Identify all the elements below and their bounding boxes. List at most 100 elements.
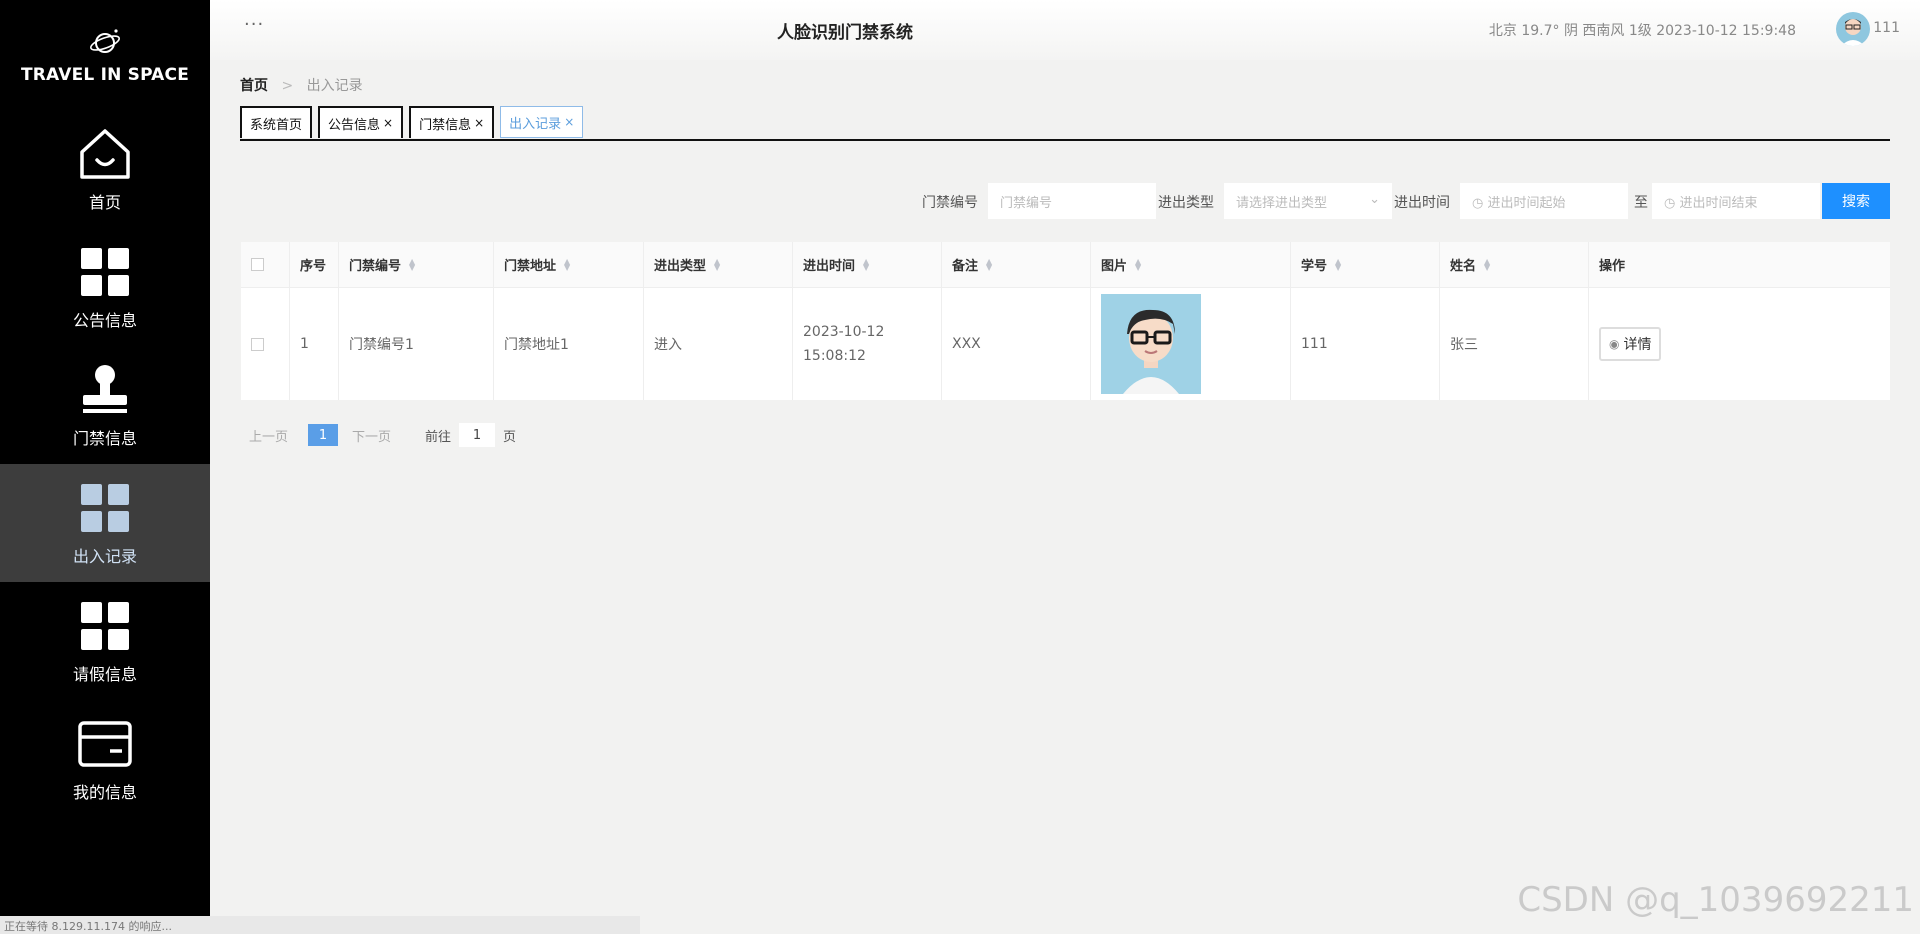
cell-type: 进入 bbox=[644, 288, 793, 400]
username[interactable]: 111 bbox=[1873, 20, 1900, 36]
sort-icon[interactable]: ▲ ▼ bbox=[564, 257, 570, 271]
user-avatar-icon bbox=[1841, 19, 1865, 46]
row-select-cell bbox=[241, 288, 290, 400]
sort-icon[interactable]: ▲ ▼ bbox=[714, 257, 720, 271]
page-number-current[interactable]: 1 bbox=[308, 424, 339, 446]
sidebar-item-label: 我的信息 bbox=[72, 783, 137, 802]
cell-gate-addr: 门禁地址1 bbox=[494, 288, 644, 400]
goto-label: 前往 bbox=[425, 429, 452, 445]
next-page-button[interactable]: 下一页 bbox=[352, 426, 391, 445]
cell-name: 张三 bbox=[1440, 288, 1589, 400]
cell-remark: XXX bbox=[942, 288, 1091, 400]
type-label: 进出类型 bbox=[1158, 195, 1214, 211]
sort-icon[interactable]: ▲ ▼ bbox=[1135, 257, 1141, 271]
goto-page-input[interactable]: 1 bbox=[459, 423, 496, 447]
tab-access-records[interactable]: 出入记录 × bbox=[500, 106, 584, 138]
browser-status-bar: 正在等待 8.129.11.174 的响应... bbox=[0, 916, 640, 934]
tab-system-home[interactable]: 系统首页 bbox=[240, 106, 313, 138]
avatar[interactable] bbox=[1836, 12, 1870, 46]
col-header-student-no[interactable]: 学号 ▲ ▼ bbox=[1291, 242, 1440, 287]
close-icon[interactable]: × bbox=[383, 116, 393, 130]
grid-icon bbox=[81, 484, 129, 532]
clock-icon: ◷ bbox=[1472, 196, 1484, 211]
planet-icon bbox=[90, 29, 120, 53]
cell-time: 2023-10-12 15:08:12 bbox=[793, 288, 942, 400]
table-row: 1 门禁编号1 门禁地址1 进入 2023-10-12 15:08:12 XXX… bbox=[241, 288, 1890, 400]
sidebar-item-label: 门禁信息 bbox=[72, 429, 137, 448]
tab-gate-info[interactable]: 门禁信息 × bbox=[409, 106, 495, 138]
col-header-photo[interactable]: 图片 ▲ ▼ bbox=[1091, 242, 1291, 287]
cell-gate-no: 门禁编号1 bbox=[339, 288, 494, 400]
page-title: 人脸识别门禁系统 bbox=[777, 23, 913, 43]
stamp-icon bbox=[83, 365, 127, 413]
cell-photo bbox=[1091, 288, 1291, 400]
sidebar-item-my-info[interactable]: 我的信息 bbox=[0, 700, 210, 818]
breadcrumb-home[interactable]: 首页 bbox=[240, 78, 268, 94]
grid-icon bbox=[81, 602, 129, 650]
search-bar: 门禁编号 门禁编号 进出类型 请选择进出类型 ⌄ 进出时间 ◷ 进出时间起始 至… bbox=[0, 183, 1920, 219]
tab-label: 门禁信息 bbox=[419, 117, 472, 133]
col-header-index: 序号 bbox=[290, 242, 339, 287]
sort-icon[interactable]: ▲ ▼ bbox=[1484, 257, 1490, 271]
logo-text: TRAVEL IN SPACE bbox=[20, 65, 190, 85]
clock-icon: ◷ bbox=[1664, 196, 1676, 211]
select-all-checkbox[interactable] bbox=[251, 258, 264, 271]
sidebar-item-leave[interactable]: 请假信息 bbox=[0, 582, 210, 700]
chevron-down-icon: ⌄ bbox=[1369, 192, 1380, 207]
prev-page-button[interactable]: 上一页 bbox=[249, 426, 288, 445]
sort-icon[interactable]: ▲ ▼ bbox=[986, 257, 992, 271]
select-all-cell bbox=[241, 242, 290, 287]
records-table: 序号 门禁编号 ▲ ▼ 门禁地址 ▲ ▼ 进出类型 ▲ ▼ 进出时间 ▲ ▼ 备注 ▲ ▼ 图片 ▲ ▼… bbox=[241, 242, 1890, 400]
tab-label: 出入记录 bbox=[509, 116, 562, 132]
grid-icon bbox=[81, 248, 129, 296]
sort-icon[interactable]: ▲ ▼ bbox=[863, 257, 869, 271]
cell-index: 1 bbox=[290, 288, 339, 400]
time-start-input[interactable]: ◷ 进出时间起始 bbox=[1460, 183, 1628, 219]
close-icon[interactable]: × bbox=[564, 115, 574, 129]
sidebar-item-label: 公告信息 bbox=[72, 311, 137, 330]
logo[interactable]: TRAVEL IN SPACE bbox=[0, 0, 210, 110]
sidebar-item-access-records[interactable]: 出入记录 bbox=[0, 464, 210, 582]
time-end-input[interactable]: ◷ 进出时间结束 bbox=[1652, 183, 1820, 219]
gate-no-input[interactable]: 门禁编号 bbox=[988, 183, 1156, 219]
sort-icon[interactable]: ▲ ▼ bbox=[1335, 257, 1341, 271]
type-select[interactable]: 请选择进出类型 ⌄ bbox=[1224, 183, 1392, 219]
sidebar-item-notice[interactable]: 公告信息 bbox=[0, 228, 210, 346]
tab-bar: 系统首页 公告信息 × 门禁信息 × 出入记录 × bbox=[240, 106, 1890, 141]
breadcrumb: 首页 > 出入记录 bbox=[240, 75, 363, 95]
goto-suffix: 页 bbox=[503, 429, 517, 445]
eye-icon: ◉ bbox=[1609, 337, 1620, 351]
tab-label: 公告信息 bbox=[328, 117, 381, 133]
table-header: 序号 门禁编号 ▲ ▼ 门禁地址 ▲ ▼ 进出类型 ▲ ▼ 进出时间 ▲ ▼ 备注 ▲ ▼ 图片 ▲ ▼… bbox=[241, 242, 1890, 288]
col-header-type[interactable]: 进出类型 ▲ ▼ bbox=[644, 242, 793, 287]
col-header-gate-addr[interactable]: 门禁地址 ▲ ▼ bbox=[494, 242, 644, 287]
detail-button-label: 详情 bbox=[1623, 337, 1652, 353]
sort-icon[interactable]: ▲ ▼ bbox=[409, 257, 415, 271]
close-icon[interactable]: × bbox=[474, 116, 484, 130]
sidebar-item-label: 请假信息 bbox=[72, 665, 137, 684]
tab-notice[interactable]: 公告信息 × bbox=[318, 106, 404, 138]
col-header-time[interactable]: 进出时间 ▲ ▼ bbox=[793, 242, 942, 287]
time-label: 进出时间 bbox=[1394, 195, 1450, 211]
top-header: ··· 人脸识别门禁系统 北京 19.7° 阴 西南风 1级 2023-10-1… bbox=[210, 0, 1920, 60]
sidebar-item-gate[interactable]: 门禁信息 bbox=[0, 346, 210, 464]
to-label: 至 bbox=[1634, 195, 1648, 211]
cell-student-no: 111 bbox=[1291, 288, 1440, 400]
tab-label: 系统首页 bbox=[250, 117, 303, 133]
search-button[interactable]: 搜索 bbox=[1822, 183, 1890, 219]
col-header-name[interactable]: 姓名 ▲ ▼ bbox=[1440, 242, 1589, 287]
col-header-remark[interactable]: 备注 ▲ ▼ bbox=[942, 242, 1091, 287]
col-header-gate-no[interactable]: 门禁编号 ▲ ▼ bbox=[339, 242, 494, 287]
detail-button[interactable]: ◉ 详情 bbox=[1599, 327, 1662, 361]
breadcrumb-separator: > bbox=[281, 78, 294, 94]
pagination: 上一页 1 下一页 前往 1 页 bbox=[249, 423, 516, 447]
sidebar: TRAVEL IN SPACE 首页 公告信息 门禁信息 出入记录 请假信息 我… bbox=[0, 0, 210, 934]
time-start-placeholder: 进出时间起始 bbox=[1487, 196, 1566, 211]
home-icon bbox=[80, 129, 130, 179]
type-select-placeholder: 请选择进出类型 bbox=[1236, 196, 1328, 211]
sidebar-item-label: 出入记录 bbox=[72, 547, 137, 566]
col-header-action: 操作 bbox=[1599, 259, 1626, 274]
row-checkbox[interactable] bbox=[251, 337, 264, 351]
user-photo[interactable] bbox=[1101, 294, 1201, 394]
gate-no-label: 门禁编号 bbox=[922, 195, 978, 211]
